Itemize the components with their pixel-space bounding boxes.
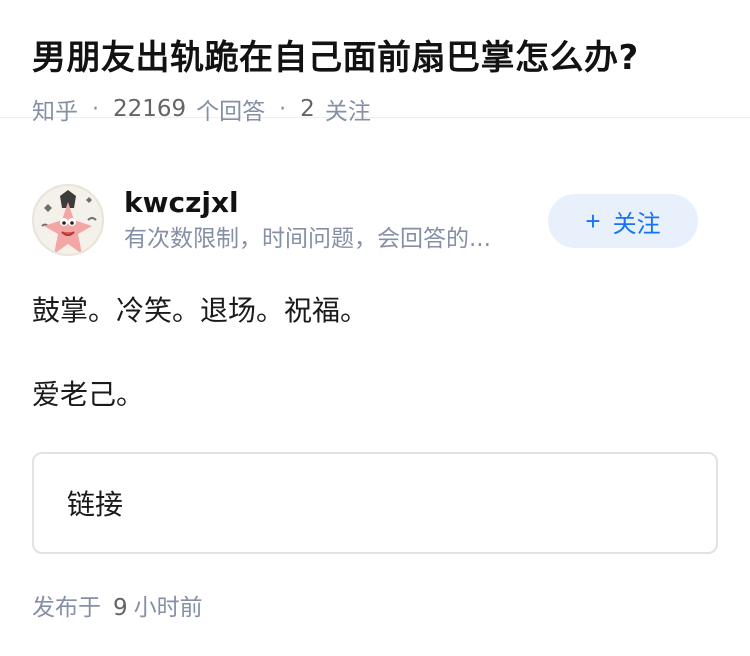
patrick-star-avatar-icon: [34, 186, 102, 254]
plus-icon: +: [585, 206, 601, 236]
follow-count-label: 关注: [324, 99, 371, 125]
author-info: kwczjxl 有次数限制，时间问题，会回答的...: [124, 184, 544, 256]
answer-count: 22169: [113, 96, 187, 122]
author-row: kwczjxl 有次数限制，时间问题，会回答的... + 关注: [32, 184, 718, 260]
follow-button-label: 关注: [612, 210, 661, 238]
meta-separator: ·: [92, 96, 99, 122]
answer-paragraph: 鼓掌。冷笑。退场。祝福。: [32, 294, 369, 327]
follow-button[interactable]: + 关注: [548, 194, 698, 248]
question-title[interactable]: 男朋友出轨跪在自己面前扇巴掌怎么办?: [32, 34, 718, 82]
author-name[interactable]: kwczjxl: [124, 184, 544, 222]
answer-count-label: 个回答: [196, 99, 266, 125]
avatar[interactable]: [32, 184, 104, 256]
answer-body: 鼓掌。冷笑。退场。祝福。 爱老己。: [32, 286, 718, 420]
question-meta: 知乎 · 22169 个回答 · 2 关注: [32, 92, 718, 126]
link-card[interactable]: 链接: [32, 452, 718, 554]
publish-suffix: 小时前: [133, 595, 203, 621]
question-header: 男朋友出轨跪在自己面前扇巴掌怎么办? 知乎 · 22169 个回答 · 2 关注: [0, 0, 750, 125]
answer-paragraph: 爱老己。: [32, 378, 145, 411]
follow-count: 2: [300, 96, 315, 122]
source-label[interactable]: 知乎: [32, 92, 78, 126]
publish-number: 9: [113, 595, 128, 621]
author-bio: 有次数限制，时间问题，会回答的...: [124, 226, 491, 252]
meta-separator: ·: [279, 96, 287, 122]
publish-prefix: 发布于: [32, 595, 101, 621]
publish-time: 发布于 9 小时前: [32, 588, 203, 622]
link-card-label: 链接: [67, 488, 124, 521]
